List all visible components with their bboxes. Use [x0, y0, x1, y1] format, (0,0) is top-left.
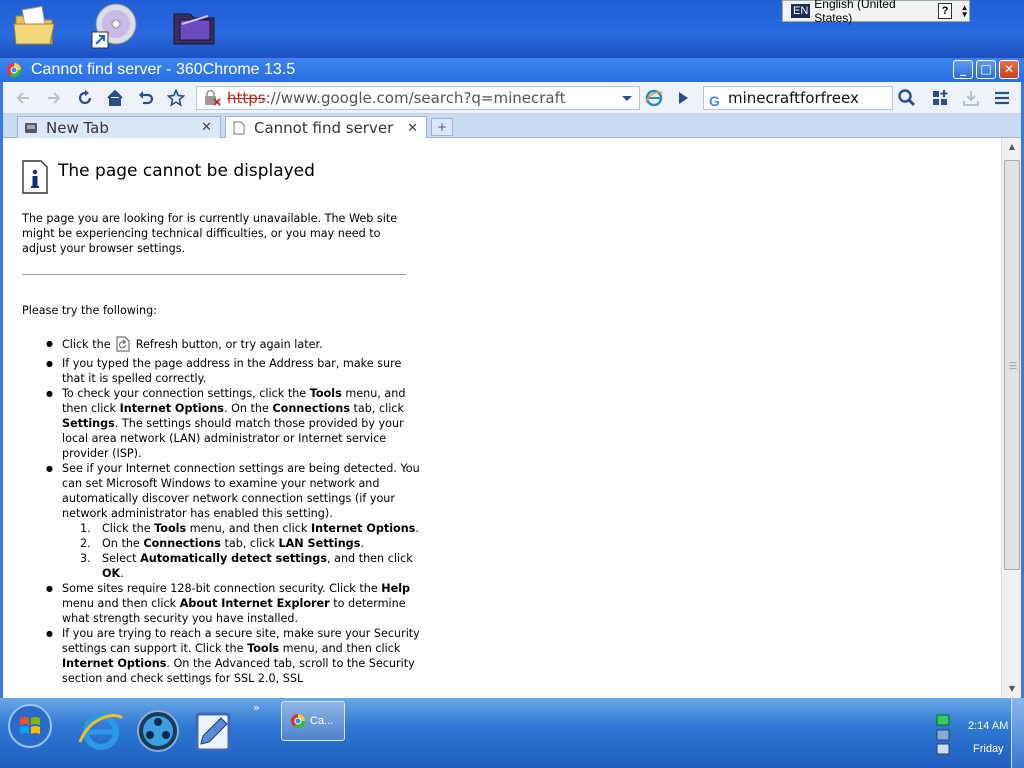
new-tab-favicon-icon [25, 122, 37, 133]
menu-icon[interactable] [993, 89, 1011, 107]
insecure-lock-icon[interactable] [203, 90, 221, 106]
forward-icon[interactable] [45, 89, 63, 107]
clock-time[interactable]: 2:14 AM [968, 720, 1008, 732]
clock-day[interactable]: Friday [973, 743, 1004, 755]
language-code[interactable]: EN [791, 4, 811, 18]
help-icon[interactable]: ? [937, 3, 953, 19]
info-icon [22, 160, 48, 194]
list-item: If you typed the page address in the Add… [22, 356, 422, 386]
vertical-scrollbar[interactable]: ▲ — — — ▼ [1001, 138, 1021, 698]
extensions-icon[interactable] [931, 89, 949, 107]
tab-cannot-find-server[interactable]: Cannot find server ✕ [225, 116, 427, 139]
divider [22, 274, 406, 275]
download-icon[interactable] [962, 89, 980, 107]
step-item: Click the Tools menu, and then click Int… [62, 521, 422, 536]
quick-launch-more-icon[interactable]: » [253, 701, 260, 714]
start-button-icon[interactable] [6, 702, 54, 750]
chrome-task-icon [291, 714, 306, 729]
scroll-up-icon[interactable]: ▲ [1005, 140, 1019, 154]
favorites-star-icon[interactable] [167, 89, 185, 107]
address-url: ://www.google.com/search?q=minecraft [265, 89, 566, 107]
suggestions-list: Click the Refresh button, or try again l… [22, 336, 422, 686]
cd-shortcut-icon[interactable] [90, 2, 138, 50]
language-bar-options-icon[interactable]: ▲ ▼ [960, 4, 969, 19]
taskbar-item-browser[interactable]: Ca... [281, 701, 345, 741]
tab-strip: New Tab ✕ Cannot find server ✕ + [3, 114, 1021, 139]
search-icon[interactable] [895, 86, 919, 110]
scroll-grip-icon: — — — [1009, 358, 1017, 373]
home-icon[interactable] [106, 89, 124, 107]
maximize-button[interactable]: □ [976, 60, 996, 79]
suggestions-heading: Please try the following: [22, 304, 158, 317]
list-item: If you are trying to reach a secure site… [22, 626, 422, 686]
tab-new-tab[interactable]: New Tab ✕ [17, 116, 221, 138]
show-desktop-button[interactable] [1011, 698, 1024, 768]
navigation-toolbar: https://www.google.com/search?q=minecraf… [3, 82, 1021, 114]
refresh-icon [116, 336, 130, 352]
language-label[interactable]: English (United States) [814, 0, 922, 25]
tab-close-icon[interactable]: ✕ [407, 121, 418, 136]
list-item: See if your Internet connection settings… [22, 461, 422, 581]
search-query: minecraftforfreex [728, 89, 859, 107]
title-bar[interactable]: Cannot find server - 360Chrome 13.5 _ □ … [0, 58, 1024, 82]
back-icon[interactable] [14, 89, 32, 107]
google-search-engine-icon[interactable]: G [709, 90, 720, 112]
film-folder-icon[interactable] [170, 2, 218, 50]
page-content: The page cannot be displayed The page yo… [3, 138, 1001, 698]
internet-explorer-icon[interactable] [76, 706, 126, 756]
address-scheme: https [227, 89, 266, 107]
close-button[interactable]: ✕ [999, 60, 1019, 79]
new-tab-button[interactable]: + [431, 118, 453, 136]
search-input[interactable]: G minecraftforfreex [703, 86, 893, 110]
list-item: To check your connection settings, click… [22, 386, 422, 461]
scroll-down-icon[interactable]: ▼ [1005, 682, 1019, 696]
tab-close-icon[interactable]: ✕ [201, 120, 212, 135]
minimize-button[interactable]: _ [953, 60, 973, 79]
address-bar[interactable]: https://www.google.com/search?q=minecraf… [196, 86, 803, 110]
page-favicon-icon [233, 121, 245, 135]
error-description: The page you are looking for is currentl… [22, 212, 398, 255]
notepad-icon[interactable] [189, 706, 239, 756]
tab-label: New Tab [46, 118, 109, 137]
list-item: Some sites require 128-bit connection se… [22, 581, 422, 626]
steps-list: Click the Tools menu, and then click Int… [62, 521, 422, 581]
language-bar[interactable]: EN English (United States) ? ▲ ▼ [782, 0, 970, 25]
desktop-area: EN English (United States) ? ▲ ▼ [0, 0, 1024, 58]
360chrome-logo-icon [7, 63, 22, 78]
folder-icon[interactable] [10, 2, 58, 50]
window-title: Cannot find server - 360Chrome 13.5 [31, 61, 296, 78]
taskbar-item-label: Ca... [310, 715, 334, 727]
media-player-icon[interactable] [133, 706, 183, 756]
go-arrow-icon[interactable] [674, 89, 692, 107]
list-item: Click the Refresh button, or try again l… [22, 336, 422, 352]
step-item: On the Connections tab, click LAN Settin… [62, 536, 422, 551]
browser-window: Cannot find server - 360Chrome 13.5 _ □ … [0, 58, 1024, 698]
ie-compat-mode-icon[interactable] [644, 88, 664, 108]
tab-label: Cannot find server [254, 119, 394, 137]
scroll-thumb[interactable]: — — — [1004, 160, 1020, 570]
step-item: Select Automatically detect settings, an… [62, 551, 422, 581]
taskbar: » Ca... 2:14 AM Friday [0, 698, 1024, 768]
address-dropdown-icon[interactable] [617, 86, 637, 110]
network-tray-icon[interactable] [934, 712, 954, 756]
page-title: The page cannot be displayed [58, 161, 315, 181]
reload-icon[interactable] [76, 89, 94, 107]
undo-close-icon[interactable] [137, 89, 155, 107]
